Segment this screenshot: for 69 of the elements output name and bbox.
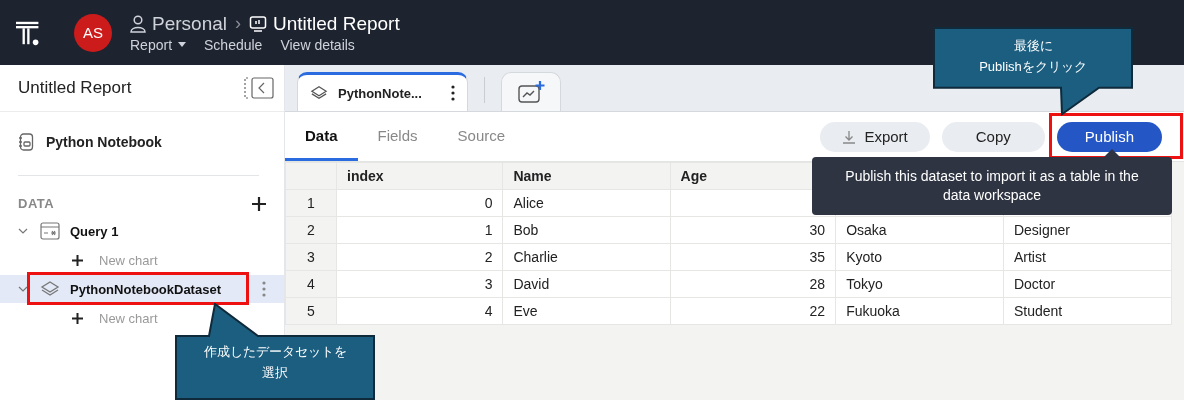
table-cell: 22 [670, 297, 836, 325]
row-number: 2 [285, 216, 337, 244]
sidebar-title: Untitled Report [18, 78, 132, 98]
table-cell: Kyoto [835, 243, 1004, 271]
action-button[interactable]: Copy [941, 121, 1045, 152]
add-icon [72, 312, 83, 324]
add-chart-tab[interactable] [501, 72, 561, 111]
table-cell: 35 [670, 243, 836, 271]
subtab[interactable]: Fields [357, 112, 438, 161]
chevron-icon[interactable] [18, 284, 28, 294]
more-icon[interactable] [451, 85, 455, 101]
subtab[interactable]: Source [437, 112, 526, 161]
tree-item[interactable]: PythonNotebookDataset [0, 275, 284, 303]
download-icon [842, 129, 857, 144]
table-cell: 28 [670, 270, 836, 298]
table-cell: 30 [670, 216, 836, 244]
add-icon [72, 254, 83, 266]
person-icon [130, 14, 146, 33]
section-label: DATA [18, 196, 55, 211]
column-header[interactable]: index [336, 162, 503, 190]
table-cell: Student [1003, 297, 1172, 325]
table-cell: Eve [502, 297, 671, 325]
query-icon [40, 222, 60, 240]
collapse-sidebar-icon[interactable] [244, 77, 274, 99]
callout-text: 最後に Publishをクリック [978, 37, 1088, 76]
table-cell: Tokyo [835, 270, 1004, 298]
row-number: 4 [285, 270, 337, 298]
table-cell: Artist [1003, 243, 1172, 271]
layers-icon [40, 280, 60, 298]
row-number: 3 [285, 243, 337, 271]
row-number: 1 [285, 189, 337, 217]
breadcrumb-separator: › [235, 13, 241, 34]
caret-icon [178, 42, 187, 47]
menu-item[interactable]: Report [130, 36, 187, 53]
table-cell: Alice [502, 189, 671, 217]
table-cell: Fukuoka [835, 297, 1004, 325]
menu-item[interactable]: Schedule [204, 36, 263, 53]
add-icon[interactable] [252, 196, 266, 211]
action-button[interactable]: Publish [1056, 121, 1162, 152]
tree-item[interactable]: Query 1 [0, 217, 284, 245]
column-header[interactable]: Name [502, 162, 671, 190]
table-cell: 4 [336, 297, 503, 325]
tooltip-text: Publish this dataset to import it as a table in the data workspace [812, 157, 1172, 215]
notebook-icon [18, 133, 34, 151]
table-cell: Osaka [835, 216, 1004, 244]
workspace-link[interactable]: Personal [152, 12, 227, 35]
table-cell: Charlie [502, 243, 671, 271]
table-cell: Bob [502, 216, 671, 244]
table-cell: 2 [336, 243, 503, 271]
chevron-icon[interactable] [18, 226, 28, 236]
tree-item-label: Query 1 [70, 223, 119, 239]
menu-item[interactable]: View details [280, 36, 355, 53]
report-title: Untitled Report [273, 12, 400, 35]
report-icon [249, 14, 267, 33]
avatar[interactable]: AS [74, 13, 112, 52]
table-cell: Doctor [1003, 270, 1172, 298]
tooltip-pointer-icon [1104, 149, 1120, 157]
tab[interactable]: PythonNote... [297, 72, 468, 111]
table-cell: David [502, 270, 671, 298]
tree-item-label: PythonNotebookDataset [70, 281, 221, 297]
callout-text: 作成したデータセットを 選択 [202, 343, 348, 382]
notebook-item[interactable]: Python Notebook [0, 112, 284, 172]
table-cell: 1 [336, 216, 503, 244]
layers-icon [310, 85, 328, 101]
table-cell: 0 [336, 189, 503, 217]
table-cell: Designer [1003, 216, 1172, 244]
action-button[interactable]: Export [820, 121, 930, 152]
table-cell: 3 [336, 270, 503, 298]
add-chart-icon [517, 80, 545, 104]
